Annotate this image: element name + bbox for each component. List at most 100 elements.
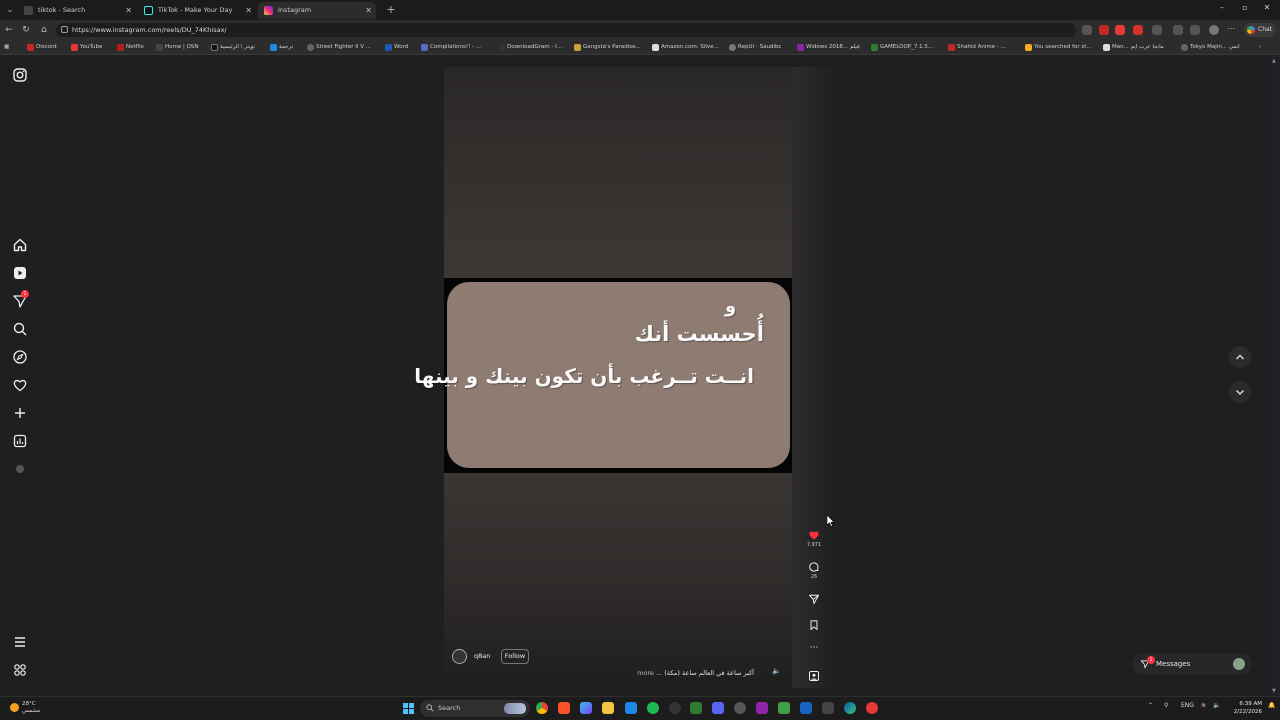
close-tab-icon[interactable]: ✕ bbox=[365, 2, 372, 19]
notifications-icon[interactable]: 🔔 bbox=[1268, 702, 1275, 709]
follow-button[interactable]: Follow bbox=[501, 649, 529, 664]
home-icon[interactable]: ⌂ bbox=[38, 24, 50, 36]
chat-button[interactable]: Chat bbox=[1244, 23, 1276, 37]
tray-chevron-icon[interactable]: ⌃ bbox=[1148, 702, 1153, 709]
home-icon[interactable] bbox=[12, 237, 28, 253]
bookmark-gameloop[interactable]: GAMELOOP_7.1.5... bbox=[871, 42, 933, 53]
discord-icon[interactable] bbox=[712, 702, 724, 714]
refresh-icon[interactable]: ↻ bbox=[20, 24, 32, 36]
chrome-icon[interactable] bbox=[536, 702, 548, 714]
reel-caption[interactable]: أكبر ساعة في العالم ساعة (مكة) ... more bbox=[560, 669, 754, 677]
author-username[interactable]: q8an bbox=[474, 652, 490, 660]
mute-icon[interactable]: 🔈 bbox=[772, 667, 782, 677]
explore-icon[interactable] bbox=[12, 349, 28, 365]
app-icon[interactable] bbox=[866, 702, 878, 714]
extensions-puzzle-icon[interactable] bbox=[1173, 25, 1183, 35]
create-plus-icon[interactable] bbox=[12, 405, 28, 421]
also-from-meta-icon[interactable] bbox=[12, 662, 28, 678]
bookmark-manga[interactable]: Man... مانجا عرب ايم bbox=[1103, 42, 1164, 53]
extension-icon[interactable] bbox=[1099, 25, 1109, 35]
profile-avatar[interactable] bbox=[12, 461, 28, 477]
file-explorer-icon[interactable] bbox=[602, 702, 614, 714]
favorites-icon[interactable] bbox=[1190, 25, 1200, 35]
spotify-icon[interactable] bbox=[647, 702, 659, 714]
apps-icon[interactable]: ▦ bbox=[4, 42, 14, 53]
tab-tiktok[interactable]: TikTok - Make Your Day ✕ bbox=[138, 2, 256, 19]
close-window-icon[interactable]: ✕ bbox=[1261, 3, 1273, 12]
share-button[interactable] bbox=[804, 593, 824, 605]
profile-avatar[interactable] bbox=[1209, 25, 1219, 35]
bookmark-you-searched[interactable]: You searched for st... bbox=[1025, 42, 1092, 53]
scroll-down-icon[interactable]: ▼ bbox=[1272, 688, 1276, 694]
bookmark-repui[interactable]: RepUI - Saudibc bbox=[729, 42, 781, 53]
more-options-icon[interactable]: ··· bbox=[804, 643, 824, 653]
app-icon[interactable] bbox=[734, 702, 746, 714]
bookmark-gangstas-paradise[interactable]: Gangsta's Paradise... bbox=[574, 42, 641, 53]
messages-button[interactable]: 1 Messages bbox=[1132, 653, 1252, 675]
bookmark-word[interactable]: Word bbox=[385, 42, 408, 53]
reels-icon[interactable] bbox=[12, 265, 28, 281]
menu-dots-icon[interactable]: ⋯ bbox=[1227, 25, 1237, 35]
minimize-icon[interactable]: – bbox=[1216, 3, 1228, 12]
star-icon[interactable] bbox=[1082, 25, 1092, 35]
site-info-icon[interactable] bbox=[61, 26, 68, 33]
wifi-icon[interactable]: ≋ bbox=[1201, 702, 1206, 709]
save-button[interactable] bbox=[804, 619, 824, 631]
tab-instagram[interactable]: Instagram ✕ bbox=[258, 2, 376, 19]
clock[interactable]: 6:39 AM 2/22/2026 bbox=[1228, 700, 1262, 716]
close-tab-icon[interactable]: ✕ bbox=[245, 2, 252, 19]
bookmark-youtube[interactable]: YouTube bbox=[71, 42, 102, 53]
more-menu-icon[interactable] bbox=[12, 634, 28, 650]
taskbar-search[interactable]: Search bbox=[420, 700, 530, 717]
edge-icon[interactable] bbox=[844, 702, 856, 714]
scrollbar[interactable]: ▲ ▼ bbox=[1270, 56, 1280, 696]
copilot-icon[interactable] bbox=[580, 702, 592, 714]
app-icon[interactable] bbox=[778, 702, 790, 714]
instagram-logo-icon[interactable] bbox=[12, 67, 28, 83]
extension-icon[interactable] bbox=[1133, 25, 1143, 35]
bookmark-downloadgram[interactable]: DownloadGram - I... bbox=[498, 42, 562, 53]
app-icon[interactable] bbox=[800, 702, 812, 714]
search-icon[interactable] bbox=[12, 321, 28, 337]
next-reel-button[interactable] bbox=[1229, 381, 1251, 403]
back-icon[interactable]: ← bbox=[3, 24, 15, 36]
new-tab-button[interactable]: + bbox=[384, 2, 398, 17]
tab-tiktok-search[interactable]: tiktok - Search ✕ bbox=[18, 2, 136, 19]
previous-reel-button[interactable] bbox=[1229, 346, 1251, 368]
bookmark-tokyo-majin[interactable]: Tokyo Majin... انمي bbox=[1181, 42, 1240, 53]
dashboard-icon[interactable] bbox=[12, 433, 28, 449]
extension-icon[interactable] bbox=[1152, 25, 1162, 35]
bookmark-discord[interactable]: Discord bbox=[27, 42, 57, 53]
steam-icon[interactable] bbox=[669, 702, 681, 714]
like-button[interactable]: 7,971 bbox=[804, 529, 824, 548]
app-icon[interactable] bbox=[822, 702, 834, 714]
notifications-heart-icon[interactable] bbox=[12, 377, 28, 393]
bookmark-compilations[interactable]: Compilations!! - ... bbox=[421, 42, 481, 53]
volume-icon[interactable]: 🔈 bbox=[1213, 702, 1220, 709]
close-tab-icon[interactable]: ✕ bbox=[125, 2, 132, 19]
bookmark-twitter[interactable]: تويتر \ الرئيسية bbox=[211, 42, 255, 53]
app-icon[interactable] bbox=[690, 702, 702, 714]
bookmark-osn[interactable]: Home | OSN bbox=[156, 42, 199, 53]
weather-widget[interactable]: 28°C مشمس bbox=[10, 701, 40, 715]
bookmark-shahid-anime[interactable]: Shahid Anime - ... bbox=[948, 42, 1006, 53]
tray-app-icon[interactable]: ⚲ bbox=[1164, 702, 1168, 709]
bookmark-translate[interactable]: ترجمة bbox=[270, 42, 293, 53]
tab-search-menu-icon[interactable]: ⌄ bbox=[4, 4, 16, 16]
language-indicator[interactable]: ENG bbox=[1181, 702, 1194, 709]
xbox-icon[interactable] bbox=[625, 702, 637, 714]
direct-messages-icon[interactable]: 1 bbox=[12, 290, 29, 309]
brave-icon[interactable] bbox=[558, 702, 570, 714]
bookmark-street-fighter[interactable]: Street Fighter II V ... bbox=[307, 42, 371, 53]
start-button[interactable] bbox=[403, 703, 414, 714]
scroll-up-icon[interactable]: ▲ bbox=[1272, 58, 1276, 64]
app-icon[interactable] bbox=[756, 702, 768, 714]
author-avatar[interactable] bbox=[452, 649, 467, 664]
comment-button[interactable]: 26 bbox=[804, 561, 824, 580]
extension-icon[interactable] bbox=[1115, 25, 1125, 35]
audio-thumbnail[interactable] bbox=[804, 670, 824, 682]
bookmark-widows[interactable]: Widows 2018... فيلم bbox=[797, 42, 860, 53]
caption-more[interactable]: more bbox=[637, 669, 654, 677]
maximize-icon[interactable]: ▫ bbox=[1239, 3, 1251, 12]
more-bookmarks-icon[interactable]: › bbox=[1259, 42, 1261, 53]
